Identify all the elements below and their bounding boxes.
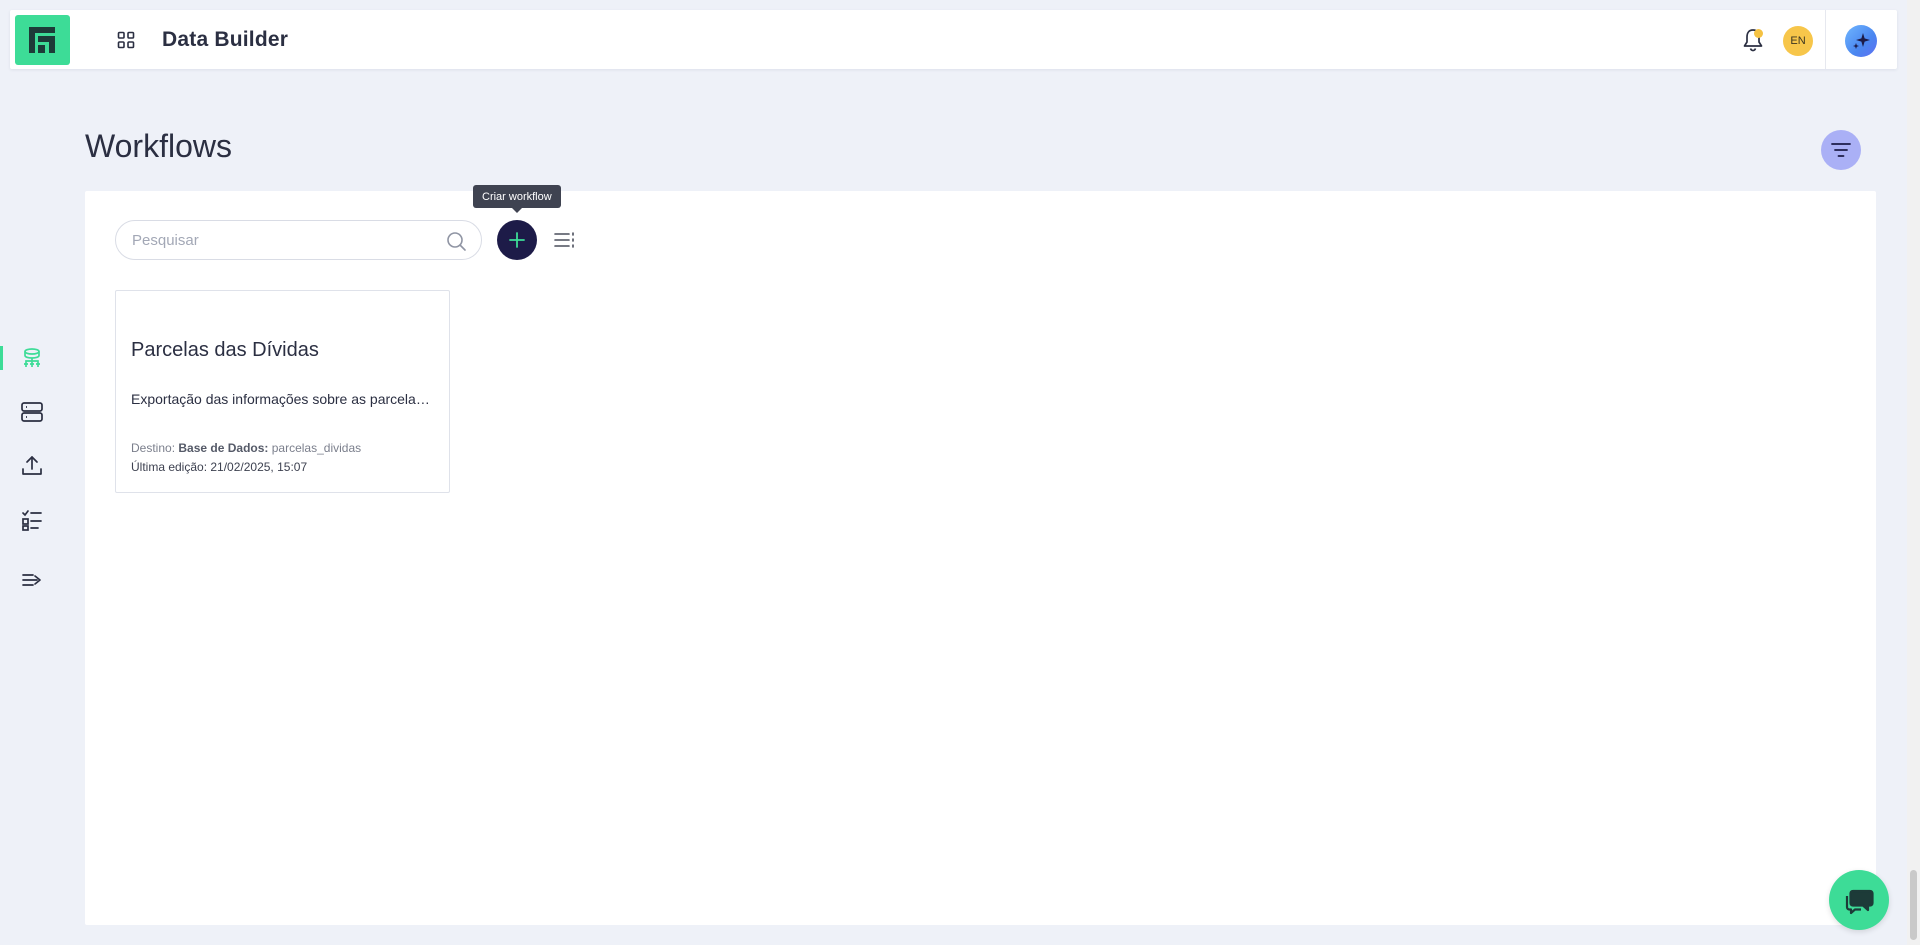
- destination-type: Base de Dados:: [178, 441, 269, 455]
- destination-name: parcelas_dividas: [271, 441, 362, 455]
- search-input[interactable]: [130, 221, 430, 259]
- language-avatar[interactable]: EN: [1783, 26, 1813, 56]
- create-workflow-tooltip: Criar workflow: [473, 185, 561, 213]
- search-field[interactable]: [115, 220, 482, 260]
- data-flow-icon: [24, 348, 40, 367]
- sidebar-item-uploads[interactable]: [0, 448, 64, 484]
- app-title: Data Builder: [162, 28, 289, 51]
- destination-prefix: Destino:: [131, 441, 176, 455]
- workflow-card[interactable]: Parcelas das Dívidas Exportação das info…: [115, 290, 450, 493]
- workflow-last-edit: Última edição: 21/02/2025, 15:07: [131, 460, 308, 474]
- sidebar-item-expand[interactable]: [0, 562, 64, 598]
- filter-icon: [1831, 143, 1851, 157]
- sidebar-item-databases[interactable]: [0, 394, 64, 430]
- create-workflow-button[interactable]: [497, 220, 537, 260]
- divider: [1825, 10, 1826, 69]
- expand-menu-icon: [22, 574, 41, 586]
- list-view-button[interactable]: [552, 227, 578, 253]
- chat-bubble-icon: [1845, 889, 1874, 915]
- workflows-panel: Criar workflow Parcelas das Dívidas Expo…: [85, 185, 1876, 925]
- list-view-icon: [554, 232, 574, 248]
- workflow-title: Parcelas das Dívidas: [131, 339, 319, 361]
- sidebar-item-tasks[interactable]: [0, 502, 64, 538]
- filter-button[interactable]: [1821, 130, 1861, 170]
- checklist-icon: [22, 510, 42, 531]
- grid-apps-icon[interactable]: [105, 27, 147, 53]
- plus-icon: [509, 232, 525, 248]
- brand-logo-icon[interactable]: [15, 15, 70, 65]
- sidebar-item-workflows[interactable]: [0, 340, 64, 376]
- ai-assistant-button[interactable]: [1845, 25, 1877, 57]
- chat-button[interactable]: [1829, 870, 1889, 930]
- search-icon[interactable]: [445, 230, 467, 252]
- notifications-button[interactable]: [1737, 24, 1769, 56]
- page-scrollbar[interactable]: [1907, 0, 1920, 945]
- top-bar: Data Builder EN: [10, 10, 1897, 69]
- server-icon: [21, 402, 43, 422]
- scrollbar-thumb[interactable]: [1910, 870, 1917, 940]
- page-title: Workflows: [85, 128, 232, 164]
- notification-dot: [1754, 29, 1763, 38]
- sparkle-icon: [1853, 33, 1870, 49]
- upload-icon: [22, 456, 42, 475]
- workflow-destination: Destino: Base de Dados: parcelas_dividas: [131, 441, 361, 455]
- workflow-description: Exportação das informações sobre as parc…: [131, 391, 436, 407]
